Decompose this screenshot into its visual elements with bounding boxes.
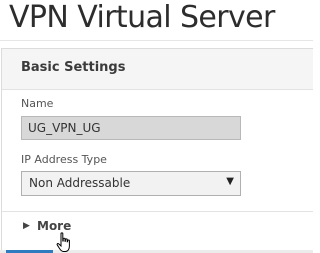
more-label: More bbox=[37, 219, 72, 233]
section-divider bbox=[2, 211, 313, 212]
name-label: Name bbox=[21, 97, 54, 110]
ip-address-type-select[interactable]: Non Addressable ▼ bbox=[21, 171, 241, 196]
ip-address-type-value: Non Addressable bbox=[29, 176, 131, 190]
ip-address-type-label: IP Address Type bbox=[21, 153, 107, 166]
page-title: VPN Virtual Server bbox=[9, 0, 275, 35]
dropdown-arrow-icon: ▼ bbox=[226, 176, 234, 187]
name-field[interactable]: UG_VPN_UG bbox=[21, 116, 241, 140]
title-divider bbox=[0, 40, 313, 41]
panel-title: Basic Settings bbox=[21, 60, 126, 75]
panel-header: Basic Settings bbox=[2, 49, 313, 90]
hand-pointer-cursor-icon bbox=[56, 232, 70, 252]
basic-settings-panel: Basic Settings Name UG_VPN_UG IP Address… bbox=[1, 48, 313, 253]
page: VPN Virtual Server Basic Settings Name U… bbox=[0, 0, 313, 253]
expand-caret-icon: ▶ bbox=[23, 221, 30, 231]
